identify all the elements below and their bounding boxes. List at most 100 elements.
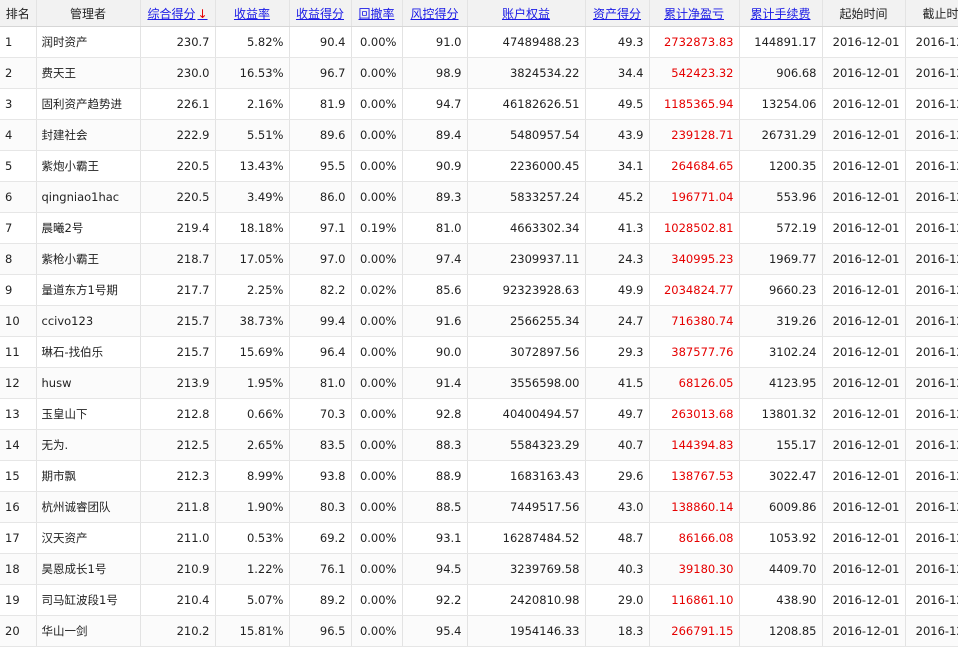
cell-return-rate: 5.82%	[215, 26, 290, 58]
cell-start-date: 2016-12-01	[822, 522, 906, 554]
table-row: 9 量道东方1号期 217.7 2.25% 82.2 0.02% 85.6 92323928.…	[0, 274, 958, 306]
cell-fees: 13801.32	[739, 398, 823, 430]
cell-asset-score: 29.6	[585, 460, 650, 492]
cell-drawdown: 0.00%	[351, 460, 403, 492]
cell-composite-score: 217.7	[140, 274, 216, 306]
cell-equity: 1683163.43	[467, 460, 586, 492]
cell-risk-score: 98.9	[402, 57, 468, 89]
cell-drawdown: 0.00%	[351, 305, 403, 337]
header-return-score[interactable]: 收益得分	[289, 0, 352, 27]
cell-equity: 5584323.29	[467, 429, 586, 461]
cell-return-rate: 5.51%	[215, 119, 290, 151]
cell-start-date: 2016-12-01	[822, 491, 906, 523]
cell-composite-score: 211.8	[140, 491, 216, 523]
cell-drawdown: 0.00%	[351, 398, 403, 430]
cell-end-date: 2016-12-05	[905, 305, 958, 337]
cell-return-rate: 16.53%	[215, 57, 290, 89]
cell-manager: 量道东方1号期	[36, 274, 141, 306]
cell-risk-score: 94.7	[402, 88, 468, 120]
cell-equity: 2309937.11	[467, 243, 586, 275]
cell-end-date: 2016-12-05	[905, 460, 958, 492]
cell-return-score: 99.4	[289, 305, 352, 337]
cell-composite-score: 219.4	[140, 212, 216, 244]
header-drawdown[interactable]: 回撤率	[351, 0, 403, 27]
cell-manager: 封建社会	[36, 119, 141, 151]
header-return-rate[interactable]: 收益率	[215, 0, 290, 27]
sort-desc-icon: ↓	[197, 6, 208, 21]
cell-start-date: 2016-12-01	[822, 429, 906, 461]
table-row: 1 润时资产 230.7 5.82% 90.4 0.00% 91.0 47489488.23 4…	[0, 26, 958, 58]
cell-start-date: 2016-12-01	[822, 57, 906, 89]
cell-asset-score: 49.7	[585, 398, 650, 430]
cell-end-date: 2016-12-05	[905, 57, 958, 89]
cell-return-score: 81.9	[289, 88, 352, 120]
cell-risk-score: 92.8	[402, 398, 468, 430]
cell-risk-score: 91.4	[402, 367, 468, 399]
header-fees[interactable]: 累计手续费	[739, 0, 823, 27]
cell-manager: 无为.	[36, 429, 141, 461]
cell-net-pnl: 116861.10	[649, 584, 740, 616]
ranking-table: 排名 管理者 综合得分 ↓ 收益率 收益得分 回撤率 风控得分 账户权益 资产得分…	[0, 0, 958, 647]
cell-return-score: 83.5	[289, 429, 352, 461]
cell-net-pnl: 239128.71	[649, 119, 740, 151]
cell-equity: 16287484.52	[467, 522, 586, 554]
cell-fees: 9660.23	[739, 274, 823, 306]
header-composite-score[interactable]: 综合得分 ↓	[140, 0, 216, 27]
cell-fees: 1969.77	[739, 243, 823, 275]
cell-return-score: 97.0	[289, 243, 352, 275]
cell-start-date: 2016-12-01	[822, 150, 906, 182]
header-risk-score[interactable]: 风控得分	[402, 0, 468, 27]
header-equity[interactable]: 账户权益	[467, 0, 586, 27]
table-row: 16 杭州诚睿团队 211.8 1.90% 80.3 0.00% 88.5 7449517.5…	[0, 491, 958, 523]
cell-risk-score: 93.1	[402, 522, 468, 554]
cell-manager: 汉天资产	[36, 522, 141, 554]
cell-risk-score: 88.3	[402, 429, 468, 461]
cell-rank: 17	[0, 522, 37, 554]
cell-end-date: 2016-12-02	[905, 181, 958, 213]
table-row: 19 司马缸波段1号 210.4 5.07% 89.2 0.00% 92.2 2420810.…	[0, 584, 958, 616]
cell-equity: 7449517.56	[467, 491, 586, 523]
cell-asset-score: 41.5	[585, 367, 650, 399]
cell-return-rate: 2.16%	[215, 88, 290, 120]
header-net-pnl[interactable]: 累计净盈亏	[649, 0, 740, 27]
cell-risk-score: 92.2	[402, 584, 468, 616]
table-row: 18 昊恩成长1号 210.9 1.22% 76.1 0.00% 94.5 3239769.5…	[0, 553, 958, 585]
cell-rank: 16	[0, 491, 37, 523]
cell-manager: 司马缸波段1号	[36, 584, 141, 616]
cell-start-date: 2016-12-01	[822, 398, 906, 430]
cell-equity: 4663302.34	[467, 212, 586, 244]
cell-drawdown: 0.00%	[351, 553, 403, 585]
cell-fees: 319.26	[739, 305, 823, 337]
cell-asset-score: 41.3	[585, 212, 650, 244]
cell-drawdown: 0.00%	[351, 57, 403, 89]
cell-net-pnl: 263013.68	[649, 398, 740, 430]
cell-end-date: 2016-12-05	[905, 26, 958, 58]
cell-end-date: 2016-12-02	[905, 398, 958, 430]
cell-start-date: 2016-12-01	[822, 584, 906, 616]
cell-net-pnl: 2732873.83	[649, 26, 740, 58]
cell-rank: 8	[0, 243, 37, 275]
cell-return-rate: 13.43%	[215, 150, 290, 182]
cell-equity: 2566255.34	[467, 305, 586, 337]
header-rank: 排名	[0, 0, 37, 27]
cell-manager: 期市飘	[36, 460, 141, 492]
cell-return-rate: 1.22%	[215, 553, 290, 585]
table-row: 8 紫枪小霸王 218.7 17.05% 97.0 0.00% 97.4 2309937.11…	[0, 243, 958, 275]
cell-composite-score: 218.7	[140, 243, 216, 275]
header-asset-score[interactable]: 资产得分	[585, 0, 650, 27]
cell-net-pnl: 716380.74	[649, 305, 740, 337]
header-manager: 管理者	[36, 0, 141, 27]
cell-risk-score: 90.9	[402, 150, 468, 182]
cell-manager: 昊恩成长1号	[36, 553, 141, 585]
cell-asset-score: 29.0	[585, 584, 650, 616]
cell-equity: 5480957.54	[467, 119, 586, 151]
table-row: 6 qingniao1hac 220.5 3.49% 86.0 0.00% 89.3 5833…	[0, 181, 958, 213]
cell-start-date: 2016-12-01	[822, 336, 906, 368]
cell-equity: 2236000.45	[467, 150, 586, 182]
cell-rank: 10	[0, 305, 37, 337]
cell-return-score: 89.2	[289, 584, 352, 616]
cell-asset-score: 49.9	[585, 274, 650, 306]
cell-rank: 7	[0, 212, 37, 244]
cell-net-pnl: 39180.30	[649, 553, 740, 585]
cell-fees: 3022.47	[739, 460, 823, 492]
